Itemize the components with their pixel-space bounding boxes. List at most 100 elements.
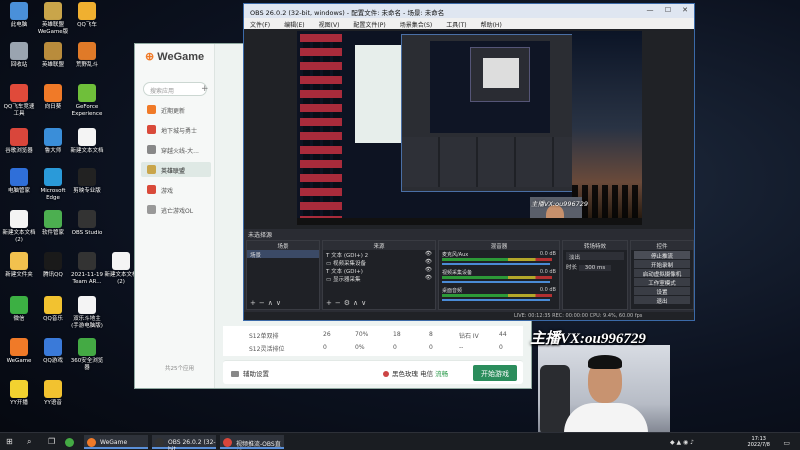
visibility-icon[interactable]: 👁	[425, 275, 432, 281]
sidebar-item[interactable]: 穿越火线-大...	[141, 142, 211, 157]
sidebar-item[interactable]: 近期更新	[141, 102, 211, 117]
control-button[interactable]: 开始录制	[634, 260, 690, 269]
game-icon	[147, 105, 156, 114]
visibility-icon[interactable]: 👁	[425, 251, 432, 257]
desktop-icon[interactable]: YY开播	[2, 380, 36, 407]
desktop-icon[interactable]: 向日葵	[36, 84, 70, 111]
sidebar-item[interactable]: 地下城与勇士	[141, 122, 211, 137]
wegame-logo: ⊕ WeGame	[145, 51, 205, 63]
sidebar-item[interactable]: 逃亡游戏OL	[141, 202, 211, 217]
desktop-icon[interactable]: 鲁大师	[36, 128, 70, 155]
desktop-icon[interactable]: 电脑管家	[2, 168, 36, 195]
stream-preview[interactable]: 主播VX:ou996729	[297, 31, 642, 225]
transition-duration[interactable]: 时长 300 ms	[563, 262, 627, 271]
app-icon	[44, 380, 62, 398]
menu-item[interactable]: 视图(V)	[319, 22, 340, 29]
source-tools[interactable]: +−⚙∧∨	[326, 299, 369, 307]
taskbar-task[interactable]: OBS 26.0.2 (32-bit...	[152, 435, 216, 450]
desktop-icon[interactable]: 双乐斗地主(手游电脑版)	[70, 296, 104, 330]
control-button[interactable]: 工作室模式	[634, 278, 690, 287]
desktop-icon[interactable]: 微信	[2, 296, 36, 323]
volume-slider[interactable]	[442, 281, 550, 283]
task-view-icon[interactable]: ❐	[48, 437, 55, 446]
obs-docks: 场景 场景 +−∧∨ 来源 T 文本 (GDI+) 2 👁 ▭ 视频采集设备 👁 T 文…	[246, 240, 694, 310]
volume-slider[interactable]	[442, 263, 550, 265]
menu-item[interactable]: 文件(F)	[250, 22, 270, 29]
source-item[interactable]: T 文本 (GDI+) 👁	[323, 266, 435, 275]
scene-item[interactable]: 场景	[247, 250, 319, 259]
volume-slider[interactable]	[442, 299, 550, 301]
desktop-icon[interactable]: 新建文本文档(2)	[2, 210, 36, 244]
desktop-icon[interactable]: 360安全浏览器	[70, 338, 104, 372]
menu-item[interactable]: 配置文件(P)	[353, 22, 385, 29]
app-icon	[44, 252, 62, 270]
control-button[interactable]: 停止推流	[634, 251, 690, 260]
desktop-icon[interactable]: 2021-11-19 Team AR...	[70, 252, 104, 286]
desktop-icon[interactable]: OBS Studio	[70, 210, 104, 237]
clock[interactable]: 17:13 2022/7/8	[748, 436, 770, 448]
desktop-icon[interactable]: QQ游戏	[36, 338, 70, 365]
pinned-360-icon[interactable]	[62, 435, 84, 449]
desktop-icon[interactable]: 腾讯QQ	[36, 252, 70, 279]
search-icon[interactable]: ⌕	[27, 437, 31, 447]
menu-item[interactable]: 场景集合(S)	[400, 22, 433, 29]
control-button[interactable]: 退出	[634, 296, 690, 305]
desktop-icon[interactable]: 谷歌浏览器	[2, 128, 36, 155]
game-icon	[147, 165, 156, 174]
menu-item[interactable]: 编辑(E)	[284, 22, 304, 29]
desktop-icon-label: 新建文本文档	[70, 148, 104, 154]
desktop-icon-label: 回收站	[10, 62, 28, 68]
preview-taskbar	[297, 218, 642, 225]
desktop-icon[interactable]: QQ飞车竞速工具	[2, 84, 36, 118]
visibility-icon[interactable]: 👁	[425, 259, 432, 265]
desktop-icon[interactable]: WeGame	[2, 338, 36, 365]
desktop-icon[interactable]: YY语音	[36, 380, 70, 407]
source-item[interactable]: ▭ 视频采集设备 👁	[323, 258, 435, 267]
track-db: 0.0 dB	[539, 269, 556, 275]
desktop-icon[interactable]: 回收站	[2, 42, 36, 69]
scene-tools[interactable]: +−∧∨	[250, 299, 284, 307]
transition-type-select[interactable]: 淡出	[566, 252, 624, 261]
source-type-icon: ▭	[326, 277, 332, 283]
taskbar-task[interactable]: WeGame	[84, 435, 148, 449]
control-button[interactable]: 启动虚拟摄像机	[634, 269, 690, 278]
desktop-icon[interactable]: QQ音乐	[36, 296, 70, 323]
visibility-icon[interactable]: 👁	[425, 267, 432, 273]
sidebar-item[interactable]: 游戏	[141, 182, 211, 197]
desktop-icon-label: QQ飞车	[77, 22, 97, 28]
windows-start-icon[interactable]: ⊞	[6, 437, 13, 446]
duration-input[interactable]: 300 ms	[578, 265, 612, 271]
desktop-icon[interactable]: 英雄联盟	[36, 42, 70, 69]
search-input[interactable]: 搜索应用	[143, 82, 207, 96]
close-icon[interactable]: ✕	[679, 6, 691, 16]
maximize-icon[interactable]: ☐	[662, 6, 674, 16]
desktop-icon[interactable]: 荒野乱斗	[70, 42, 104, 69]
rank-tier: --	[459, 344, 464, 351]
desktop-icon[interactable]: QQ飞车	[70, 2, 104, 29]
app-icon	[44, 210, 62, 228]
desktop-icon[interactable]: 新建文本文档	[70, 128, 104, 155]
desktop-icon[interactable]: GeForce Experience	[70, 84, 104, 118]
desktop-icon[interactable]: 此电脑	[2, 2, 36, 29]
desktop-icon[interactable]: 软件管家	[36, 210, 70, 237]
menu-item[interactable]: 工具(T)	[446, 22, 466, 29]
add-icon[interactable]: +	[201, 84, 209, 94]
desktop-icon[interactable]: 剪映专业版	[70, 168, 104, 195]
preview-obs-window	[401, 34, 596, 192]
desktop-icon[interactable]: 新建文本文档(2)	[104, 252, 138, 286]
source-item[interactable]: ▭ 显示器采集 👁	[323, 274, 435, 283]
desktop-icon[interactable]: 新建文件夹	[2, 252, 36, 279]
start-game-button[interactable]: 开始游戏	[473, 365, 517, 381]
menu-item[interactable]: 帮助(H)	[481, 22, 502, 29]
assist-settings-button[interactable]: 辅助设置	[231, 368, 269, 378]
desktop-icon[interactable]: Microsoft Edge	[36, 168, 70, 202]
taskbar-task[interactable]: 视频推流-OBS直播...	[220, 435, 284, 449]
transitions-dock: 转场特效 淡出 时长 300 ms	[562, 240, 628, 310]
notification-icon[interactable]: ▭	[783, 439, 790, 447]
sidebar-item[interactable]: 英雄联盟	[141, 162, 211, 177]
minimize-icon[interactable]: —	[644, 6, 656, 16]
tray-icons[interactable]: ◆ ▲ ◉ ♪	[670, 439, 694, 446]
control-button[interactable]: 设置	[634, 287, 690, 296]
source-item[interactable]: T 文本 (GDI+) 2 👁	[323, 250, 435, 259]
desktop-icon[interactable]: 英雄联盟WeGame版	[36, 2, 70, 36]
